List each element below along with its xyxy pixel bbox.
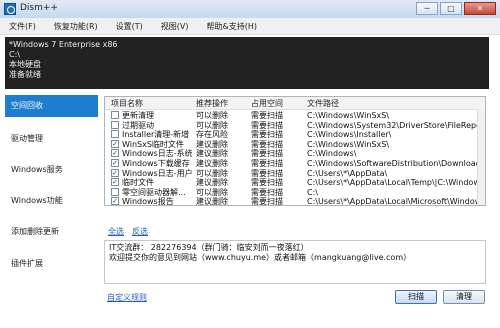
disk-type: 本地硬盘: [9, 60, 41, 69]
row-checkbox[interactable]: ✓: [111, 159, 119, 167]
row-checkbox[interactable]: [111, 130, 119, 139]
row-path: C:\Users\*\AppData\Local\Microsoft\Windo…: [307, 197, 483, 206]
sidebar-item-drivers[interactable]: 驱动管理: [5, 128, 98, 150]
row-checkbox[interactable]: ✓: [111, 168, 119, 177]
drive-letter: C:\: [9, 50, 20, 59]
custom-rules-link[interactable]: 自定义规则: [107, 292, 147, 303]
sidebar: 空间回收 驱动管理 Windows服务 Windows功能 添加删除更新 插件扩…: [5, 90, 98, 322]
select-all-link[interactable]: 全选: [108, 226, 124, 237]
row-checkbox[interactable]: ✓: [111, 197, 119, 205]
col-size-header[interactable]: 占用空间: [251, 98, 283, 109]
table-row[interactable]: ✓ Windows报告 建议删除 需要扫描 C:\Users\*\AppData\Loc…: [105, 196, 485, 206]
row-checkbox[interactable]: ✓: [111, 139, 119, 148]
col-path-header[interactable]: 文件路径: [307, 98, 339, 109]
sidebar-item-services[interactable]: Windows服务: [5, 159, 98, 181]
scan-button[interactable]: 扫描: [395, 290, 437, 304]
cleanup-list: 项目名称 推荐操作 占用空间 文件路径 更新清理 可以删除 需要扫描 C:\Windo…: [104, 96, 486, 206]
list-scrollbar[interactable]: [477, 109, 485, 205]
col-action-header[interactable]: 推荐操作: [196, 98, 228, 109]
col-name-header[interactable]: 项目名称: [111, 98, 143, 109]
window-controls: ─ □ ✕: [416, 2, 496, 16]
row-checkbox[interactable]: [111, 120, 119, 129]
row-checkbox[interactable]: [111, 187, 119, 196]
minimize-button[interactable]: ─: [416, 2, 438, 15]
sidebar-item-features[interactable]: Windows功能: [5, 190, 98, 212]
menu-bar: 文件(F) 恢复功能(R) 设置(T) 视图(V) 帮助&支持(H): [0, 18, 500, 35]
menu-view[interactable]: 视图(V): [152, 21, 198, 32]
invert-selection-link[interactable]: 反选: [132, 226, 148, 237]
sidebar-item-plugins[interactable]: 插件扩展: [5, 253, 98, 275]
maximize-button[interactable]: □: [440, 2, 462, 15]
system-info-panel[interactable]: *Windows 7 Enterprise x86 C:\ 本地硬盘 准备就绪: [5, 37, 489, 89]
clean-button[interactable]: 清理: [443, 290, 485, 304]
app-logo-icon: [4, 3, 16, 15]
row-checkbox[interactable]: ✓: [111, 178, 119, 187]
sidebar-item-updates[interactable]: 添加删除更新: [5, 221, 98, 243]
menu-restore[interactable]: 恢复功能(R): [45, 21, 107, 32]
row-checkbox[interactable]: ✓: [111, 149, 119, 158]
message-box: IT交流群： 282276394（群门骑：临安刘而一夜落红） 欢迎提交你的意见到…: [104, 240, 486, 284]
sidebar-item-space-cleanup[interactable]: 空间回收: [5, 95, 98, 117]
os-name: *Windows 7 Enterprise x86: [9, 40, 118, 49]
status-text: 准备就绪: [9, 70, 41, 79]
row-checkbox[interactable]: [111, 111, 119, 119]
row-size: 需要扫描: [251, 197, 283, 206]
menu-file[interactable]: 文件(F): [0, 21, 45, 32]
table-header: 项目名称 推荐操作 占用空间 文件路径: [105, 97, 485, 110]
close-button[interactable]: ✕: [464, 2, 496, 15]
title-bar: Dism++ ─ □ ✕: [0, 0, 500, 19]
message-line-1: IT交流群： 282276394（群门骑：临安刘而一夜落红）: [109, 243, 309, 252]
row-action: 建议删除: [196, 197, 228, 206]
message-line-2: 欢迎提交你的意见到网站（www.chuyu.me）或者邮箱（mangkuang@…: [109, 253, 412, 262]
window-title: Dism++: [20, 3, 58, 13]
row-name: Windows报告: [122, 197, 174, 206]
menu-help[interactable]: 帮助&支持(H): [198, 21, 267, 32]
menu-settings[interactable]: 设置(T): [107, 21, 152, 32]
